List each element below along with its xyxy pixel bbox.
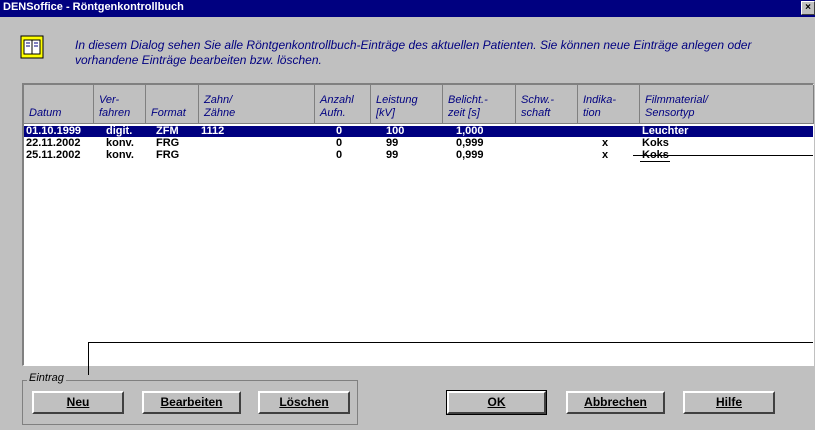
header-format[interactable]: Format	[146, 85, 199, 124]
table-row[interactable]: 22.11.2002 konv. FRG 0 99 0,999 x Koks	[24, 138, 813, 149]
header-anzahl[interactable]: Anzahl Aufn.	[315, 85, 371, 124]
header-leistung[interactable]: Leistung [kV]	[371, 85, 443, 124]
neu-button[interactable]: Neu	[32, 391, 124, 414]
header-datum[interactable]: Datum	[24, 85, 94, 124]
close-icon[interactable]: ×	[801, 1, 815, 15]
ok-button[interactable]: OK	[446, 390, 547, 415]
cell-belicht: 0,999	[456, 149, 484, 161]
cell-indikation: x	[602, 137, 609, 149]
cell-leistung: 99	[386, 149, 399, 161]
cell-anzahl: 0	[336, 137, 343, 149]
cell-format: ZFM	[156, 125, 179, 137]
header-schwangerschaft[interactable]: Schw.- schaft	[516, 85, 578, 124]
callout-line	[88, 342, 813, 343]
header-belicht[interactable]: Belicht.- zeit [s]	[443, 85, 516, 124]
cell-zahn: 1112	[201, 125, 225, 137]
entries-grid[interactable]: Datum Ver- fahren Format Zahn/ Zähne Anz…	[22, 83, 814, 366]
cell-leistung: 99	[386, 137, 399, 149]
cell-anzahl: 0	[336, 125, 343, 137]
eintrag-label: Eintrag	[27, 372, 66, 384]
header-filmmaterial[interactable]: Filmmaterial/ Sensortyp	[640, 85, 814, 124]
header-zahn[interactable]: Zahn/ Zähne	[199, 85, 315, 124]
cell-verfahren: konv.	[106, 137, 134, 149]
callout-line	[633, 155, 813, 156]
grid-header: Datum Ver- fahren Format Zahn/ Zähne Anz…	[24, 85, 814, 124]
cell-indikation: x	[602, 149, 609, 161]
cell-filmmaterial: Koks	[642, 137, 669, 149]
cell-belicht: 0,999	[456, 137, 484, 149]
cell-filmmaterial: Leuchter	[642, 125, 689, 137]
cell-format: FRG	[156, 137, 180, 149]
cell-belicht: 1,000	[456, 125, 484, 137]
table-row[interactable]: 01.10.1999 digit. ZFM 1112 0 100 1,000 L…	[24, 126, 813, 137]
cell-leistung: 100	[386, 125, 405, 137]
bearbeiten-button[interactable]: Bearbeiten	[142, 391, 241, 414]
book-icon	[20, 35, 44, 59]
cell-verfahren: konv.	[106, 149, 134, 161]
header-verfahren[interactable]: Ver- fahren	[94, 85, 146, 124]
cell-datum: 01.10.1999	[26, 125, 82, 137]
cell-datum: 25.11.2002	[26, 149, 81, 161]
callout-line	[88, 342, 89, 375]
cell-format: FRG	[156, 149, 180, 161]
abbrechen-button[interactable]: Abbrechen	[566, 391, 665, 414]
info-text: In diesem Dialog sehen Sie alle Röntgenk…	[75, 38, 752, 67]
cell-datum: 22.11.2002	[26, 137, 81, 149]
hilfe-button[interactable]: Hilfe	[683, 391, 775, 414]
strike-line	[640, 161, 670, 162]
header-indikation[interactable]: Indika- tion	[578, 85, 640, 124]
cell-anzahl: 0	[336, 149, 343, 161]
loeschen-button[interactable]: Löschen	[258, 391, 350, 414]
window-title: DENSoffice - Röntgenkontrollbuch	[3, 1, 184, 13]
cell-verfahren: digit.	[106, 125, 133, 137]
title-bar: DENSoffice - Röntgenkontrollbuch ×	[0, 0, 815, 17]
